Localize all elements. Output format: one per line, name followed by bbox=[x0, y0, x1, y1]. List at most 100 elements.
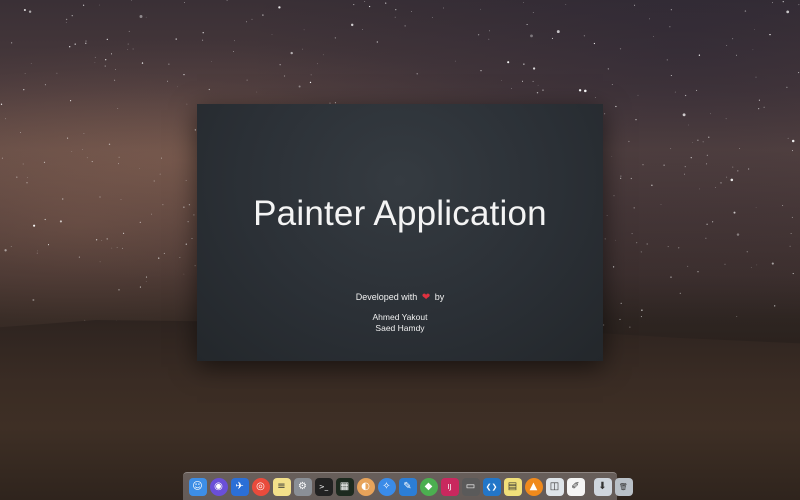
star bbox=[111, 247, 113, 249]
star bbox=[74, 43, 76, 45]
star bbox=[755, 207, 757, 208]
star bbox=[583, 35, 586, 37]
textedit-icon[interactable]: ✐ bbox=[566, 477, 585, 496]
star bbox=[385, 2, 387, 4]
star bbox=[118, 163, 119, 165]
star bbox=[271, 34, 273, 35]
star bbox=[94, 62, 96, 64]
activity-monitor-icon[interactable]: ▦ bbox=[335, 477, 354, 496]
notes-icon[interactable]: ≡ bbox=[272, 477, 291, 496]
star bbox=[791, 216, 793, 218]
star bbox=[116, 247, 118, 248]
intellij-icon[interactable]: IJ bbox=[440, 477, 459, 496]
star bbox=[670, 75, 672, 76]
star bbox=[226, 0, 228, 1]
star bbox=[720, 182, 722, 184]
star bbox=[602, 324, 605, 326]
star bbox=[584, 89, 587, 93]
star bbox=[684, 166, 686, 168]
star bbox=[246, 79, 248, 81]
star bbox=[611, 84, 613, 85]
star bbox=[24, 73, 26, 74]
star bbox=[674, 91, 676, 93]
star bbox=[798, 72, 800, 74]
star bbox=[431, 17, 433, 18]
star bbox=[714, 187, 716, 188]
app-store-icon[interactable]: ◫ bbox=[545, 477, 564, 496]
star bbox=[234, 40, 235, 42]
launchpad-icon[interactable]: ✈ bbox=[230, 477, 249, 496]
star bbox=[183, 73, 185, 76]
system-preferences-icon[interactable]: ⚙ bbox=[293, 477, 312, 496]
star bbox=[641, 309, 643, 311]
star bbox=[185, 243, 187, 245]
star bbox=[477, 34, 480, 36]
star bbox=[669, 26, 671, 28]
star bbox=[353, 4, 355, 6]
star bbox=[697, 139, 699, 141]
star bbox=[666, 59, 668, 61]
star bbox=[279, 64, 281, 66]
star bbox=[43, 161, 46, 163]
star bbox=[82, 149, 83, 150]
finder-icon[interactable]: ☺ bbox=[188, 477, 207, 496]
star bbox=[122, 247, 123, 249]
star bbox=[202, 39, 204, 41]
star bbox=[309, 81, 312, 84]
star bbox=[416, 73, 418, 75]
star bbox=[771, 262, 774, 265]
xcode-icon[interactable]: ✎ bbox=[398, 477, 417, 496]
safari-icon[interactable]: ✧ bbox=[377, 477, 396, 496]
authors-list: Ahmed Yakout Saed Hamdy bbox=[197, 312, 603, 334]
star bbox=[756, 264, 758, 266]
star bbox=[16, 176, 18, 178]
star bbox=[724, 263, 726, 265]
star bbox=[177, 86, 179, 88]
star bbox=[667, 246, 669, 248]
star bbox=[640, 316, 642, 318]
star bbox=[791, 139, 795, 143]
star bbox=[123, 232, 125, 234]
star bbox=[750, 267, 752, 268]
star bbox=[688, 124, 689, 126]
star bbox=[65, 22, 67, 24]
android-studio-icon[interactable]: ◆ bbox=[419, 477, 438, 496]
star bbox=[303, 29, 305, 31]
stickies-icon[interactable]: ▤ bbox=[503, 477, 522, 496]
star bbox=[114, 79, 116, 81]
star bbox=[163, 252, 165, 254]
siri-icon[interactable]: ◉ bbox=[209, 477, 228, 496]
star bbox=[32, 299, 35, 301]
star bbox=[290, 51, 293, 55]
star bbox=[95, 239, 98, 241]
star bbox=[162, 204, 164, 206]
star bbox=[86, 157, 88, 159]
star bbox=[194, 265, 196, 267]
star bbox=[101, 240, 103, 241]
preview-icon[interactable]: ◐ bbox=[356, 477, 375, 496]
star bbox=[698, 188, 700, 190]
star bbox=[139, 221, 141, 224]
star bbox=[211, 61, 212, 62]
star bbox=[769, 33, 771, 36]
photos-icon[interactable]: ▭ bbox=[461, 477, 480, 496]
star bbox=[736, 54, 737, 56]
star bbox=[791, 150, 794, 152]
downloads-icon[interactable]: ⬇ bbox=[593, 477, 612, 496]
chrome-icon[interactable]: ◎ bbox=[251, 477, 270, 496]
star bbox=[99, 4, 100, 6]
star bbox=[774, 305, 776, 307]
star bbox=[62, 198, 64, 200]
terminal-icon[interactable]: >_ bbox=[314, 477, 333, 496]
star bbox=[132, 48, 134, 50]
vlc-icon[interactable]: ▲ bbox=[524, 477, 543, 496]
star bbox=[651, 184, 653, 186]
star bbox=[523, 63, 525, 65]
vscode-icon[interactable]: ❮❯ bbox=[482, 477, 501, 496]
star bbox=[737, 170, 739, 172]
trash-icon[interactable]: 🗑 bbox=[614, 477, 633, 496]
star bbox=[660, 204, 662, 206]
star bbox=[350, 23, 354, 27]
star bbox=[278, 6, 281, 9]
star bbox=[111, 53, 112, 55]
